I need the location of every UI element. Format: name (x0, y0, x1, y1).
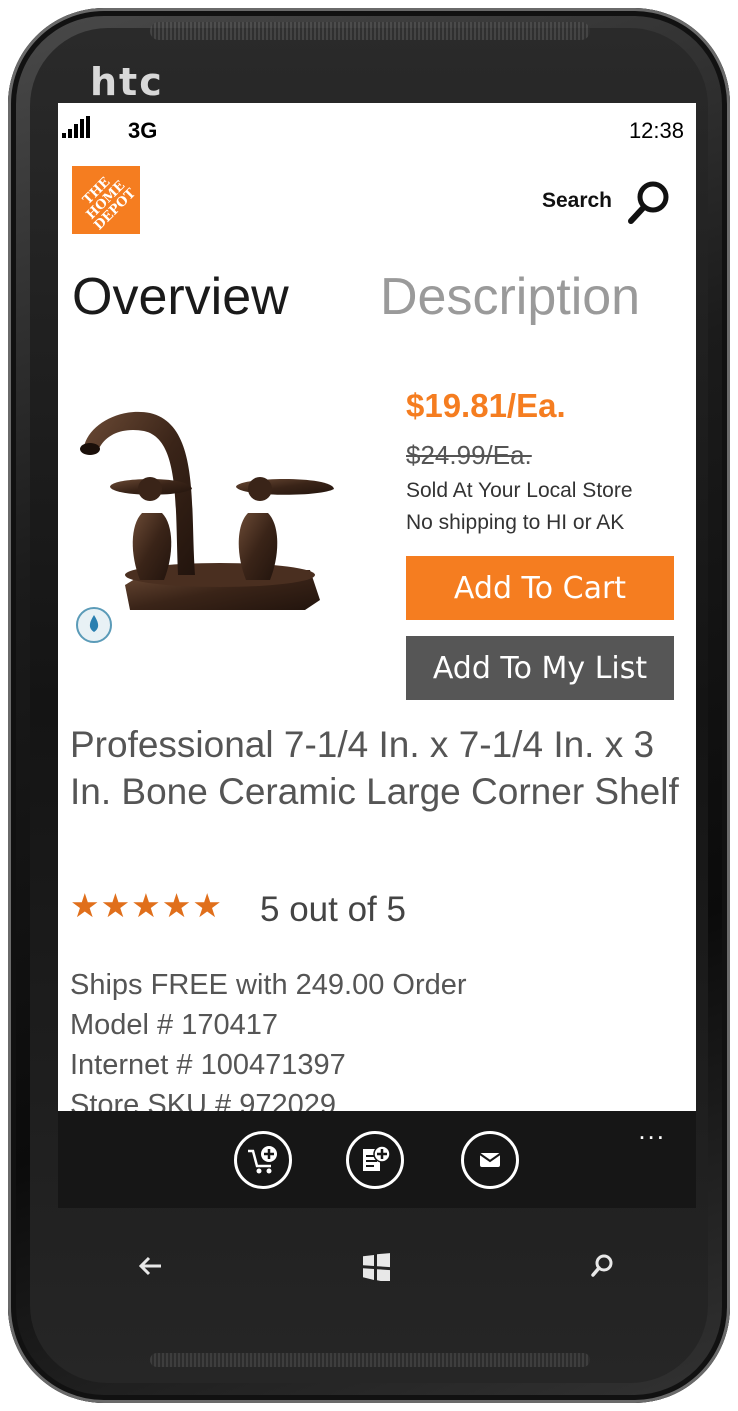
speaker-grille-bottom (150, 1353, 590, 1367)
back-icon[interactable] (130, 1246, 170, 1286)
product-image (76, 411, 334, 643)
availability-note: Sold At Your Local Store (406, 479, 633, 502)
speaker-grille-top (150, 22, 590, 40)
original-price: $24.99/Ea. (406, 440, 532, 470)
add-to-list-button[interactable]: Add To My List (406, 636, 674, 700)
email-icon[interactable] (461, 1131, 519, 1189)
detail-model: Model # 170417 (70, 1009, 278, 1041)
search-hardware-icon[interactable] (582, 1246, 622, 1286)
shipping-note: No shipping to HI or AK (406, 511, 625, 534)
device-brand: htc (90, 60, 164, 104)
cart-add-icon[interactable] (234, 1131, 292, 1189)
product-title: Professional 7-1/4 In. x 7-1/4 In. x 3 I… (70, 724, 679, 812)
clock: 12:38 (628, 118, 684, 143)
screen: 3G 12:38 THE HOME DEPOT Search Overview … (58, 103, 696, 1208)
search-label[interactable]: Search (542, 189, 612, 213)
tab-description[interactable]: Description (380, 267, 640, 327)
windows-icon[interactable] (356, 1246, 396, 1286)
logo-text: THE HOME DEPOT (80, 174, 139, 233)
product-details: Ships FREE with 249.00 Order Model # 170… (70, 965, 670, 1125)
rating-stars: ★★★★★ (70, 887, 223, 924)
search-icon[interactable] (624, 177, 674, 227)
list-add-icon[interactable] (346, 1131, 404, 1189)
add-to-cart-button[interactable]: Add To Cart (406, 556, 674, 620)
detail-shipping: Ships FREE with 249.00 Order (70, 969, 467, 1001)
sale-price: $19.81/Ea. (406, 387, 566, 424)
network-type: 3G (128, 118, 158, 143)
more-options-button[interactable]: ... (638, 1115, 666, 1146)
rating-text: 5 out of 5 (260, 890, 406, 929)
tab-overview[interactable]: Overview (72, 267, 289, 327)
status-bar: 3G 12:38 (58, 103, 696, 155)
signal-strength-icon (62, 116, 102, 138)
app-bar: ... (58, 1111, 696, 1208)
home-depot-logo[interactable]: THE HOME DEPOT (72, 166, 140, 234)
detail-internet-number: Internet # 100471397 (70, 1049, 346, 1081)
